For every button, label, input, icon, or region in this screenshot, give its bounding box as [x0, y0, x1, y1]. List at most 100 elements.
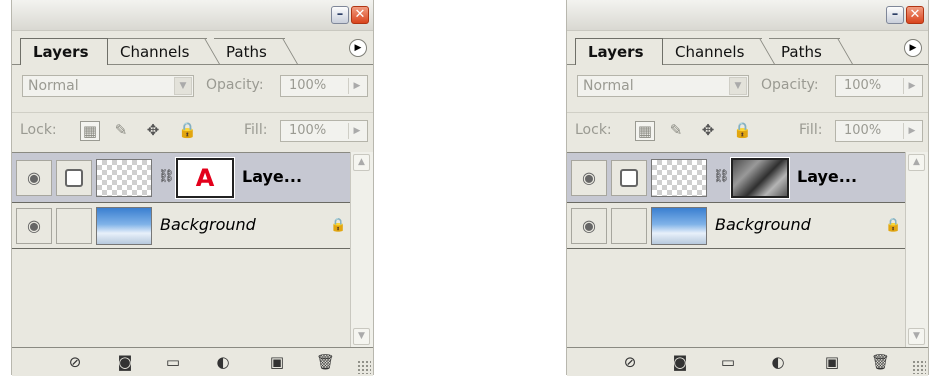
scroll-up-icon[interactable]: ▲ [353, 154, 370, 171]
panel-titlebar: – ✕ [12, 0, 373, 31]
layer-name[interactable]: Background [160, 215, 256, 234]
scroll-up-icon[interactable]: ▲ [908, 154, 925, 171]
fill-label: Fill: [244, 122, 268, 138]
minimize-icon[interactable]: – [886, 6, 904, 24]
chevron-down-icon[interactable]: ▼ [174, 77, 192, 95]
lock-position-move-icon[interactable]: ✥ [699, 121, 717, 139]
padlock-icon: 🔒 [330, 218, 347, 233]
tab-layers[interactable]: Layers [575, 38, 663, 65]
tab-channels[interactable]: Channels [108, 38, 208, 64]
lock-row: Lock: ▦ ✎ ✥ 🔒 Fill: 100% ▶ [567, 112, 928, 149]
layer-mask-thumbnail[interactable] [730, 157, 790, 199]
resize-grip[interactable] [912, 360, 926, 374]
layers-panel-right: – ✕ Layers Channels Paths ▶ Normal ▼ Opa… [566, 0, 929, 376]
panel-tabs: Layers Channels Paths ▶ [12, 30, 373, 65]
eye-icon[interactable]: ◉ [571, 208, 607, 244]
eye-icon[interactable]: ◉ [16, 160, 52, 196]
layers-scrollbar[interactable]: ▲ ▼ [350, 152, 373, 347]
tab-layers[interactable]: Layers [20, 38, 108, 65]
opacity-slider-arrow-icon[interactable]: ▶ [348, 78, 365, 94]
new-layer-icon[interactable]: ▣ [823, 353, 841, 371]
fill-slider-arrow-icon[interactable]: ▶ [903, 123, 920, 139]
lock-image-brush-icon[interactable]: ✎ [667, 121, 685, 139]
lock-row: Lock: ▦ ✎ ✥ 🔒 Fill: 100% ▶ [12, 112, 373, 149]
opacity-label: Opacity: [206, 77, 264, 93]
panel-menu-icon[interactable]: ▶ [349, 39, 367, 57]
layer-thumbnail[interactable] [651, 207, 707, 245]
add-layer-mask-icon[interactable]: ◙ [116, 353, 134, 371]
panel-titlebar: – ✕ [567, 0, 928, 31]
padlock-icon: 🔒 [885, 218, 902, 233]
blend-mode-select[interactable]: Normal ▼ [577, 75, 749, 97]
fill-value: 100% [844, 123, 882, 138]
layer-name[interactable]: Laye... [797, 167, 857, 186]
eye-icon[interactable]: ◉ [571, 160, 607, 196]
layers-list: ◉ ⛓ A Laye... ◉ Background 🔒 [12, 152, 351, 348]
layer-mask-indicator[interactable] [611, 160, 647, 196]
new-layer-icon[interactable]: ▣ [268, 353, 286, 371]
mask-indicator-icon [65, 169, 83, 187]
layer-row[interactable]: ◉ ⛓ Laye... [567, 153, 906, 203]
layers-panel-left: – ✕ Layers Channels Paths ▶ Normal ▼ Opa… [11, 0, 374, 376]
mask-indicator-icon [620, 169, 638, 187]
layer-link-slot[interactable] [56, 208, 92, 244]
adjustment-layer-icon[interactable]: ◐ [769, 353, 787, 371]
blend-mode-select[interactable]: Normal ▼ [22, 75, 194, 97]
tab-paths[interactable]: Paths [214, 38, 285, 64]
layer-mask-indicator[interactable] [56, 160, 92, 196]
lock-all-icon[interactable]: 🔒 [178, 121, 197, 139]
opacity-slider-arrow-icon[interactable]: ▶ [903, 78, 920, 94]
layer-thumbnail[interactable] [651, 159, 707, 197]
chevron-down-icon[interactable]: ▼ [729, 77, 747, 95]
lock-all-icon[interactable]: 🔒 [733, 121, 752, 139]
fill-label: Fill: [799, 122, 823, 138]
layers-scrollbar[interactable]: ▲ ▼ [905, 152, 928, 347]
close-icon[interactable]: ✕ [906, 6, 924, 24]
trash-icon[interactable]: 🗑 [871, 353, 890, 371]
lock-image-brush-icon[interactable]: ✎ [112, 121, 130, 139]
new-group-folder-icon[interactable]: ▭ [719, 353, 737, 371]
lock-label: Lock: [575, 122, 612, 138]
scroll-down-icon[interactable]: ▼ [353, 328, 370, 345]
link-layers-icon[interactable]: ⊘ [66, 353, 84, 371]
opacity-label: Opacity: [761, 77, 819, 93]
fill-field[interactable]: 100% ▶ [280, 120, 368, 142]
chain-link-icon[interactable]: ⛓ [158, 169, 175, 184]
close-icon[interactable]: ✕ [351, 6, 369, 24]
resize-grip[interactable] [357, 360, 371, 374]
minimize-icon[interactable]: – [331, 6, 349, 24]
fill-field[interactable]: 100% ▶ [835, 120, 923, 142]
layer-row[interactable]: ◉ Background 🔒 [12, 203, 351, 249]
add-layer-mask-icon[interactable]: ◙ [671, 353, 689, 371]
opacity-field[interactable]: 100% ▶ [835, 75, 923, 97]
lock-transparent-icon[interactable]: ▦ [635, 121, 655, 141]
tab-paths[interactable]: Paths [769, 38, 840, 64]
chain-link-icon[interactable]: ⛓ [713, 169, 730, 184]
adjustment-layer-icon[interactable]: ◐ [214, 353, 232, 371]
trash-icon[interactable]: 🗑 [316, 353, 335, 371]
layer-link-slot[interactable] [611, 208, 647, 244]
eye-icon[interactable]: ◉ [16, 208, 52, 244]
blend-row: Normal ▼ Opacity: 100% ▶ [567, 70, 928, 104]
layer-row[interactable]: ◉ Background 🔒 [567, 203, 906, 249]
layer-name[interactable]: Laye... [242, 167, 302, 186]
new-group-folder-icon[interactable]: ▭ [164, 353, 182, 371]
tab-channels[interactable]: Channels [663, 38, 763, 64]
scroll-down-icon[interactable]: ▼ [908, 328, 925, 345]
layer-row[interactable]: ◉ ⛓ A Laye... [12, 153, 351, 203]
lock-label: Lock: [20, 122, 57, 138]
layer-mask-thumbnail[interactable]: A [175, 157, 235, 199]
panel-menu-icon[interactable]: ▶ [904, 39, 922, 57]
layer-name[interactable]: Background [715, 215, 811, 234]
lock-position-move-icon[interactable]: ✥ [144, 121, 162, 139]
link-layers-icon[interactable]: ⊘ [621, 353, 639, 371]
fill-slider-arrow-icon[interactable]: ▶ [348, 123, 365, 139]
layer-thumbnail[interactable] [96, 159, 152, 197]
fill-value: 100% [289, 123, 327, 138]
blend-mode-value: Normal [28, 78, 79, 94]
opacity-field[interactable]: 100% ▶ [280, 75, 368, 97]
lock-transparent-icon[interactable]: ▦ [80, 121, 100, 141]
layer-thumbnail[interactable] [96, 207, 152, 245]
panel-bottom-bar: ⊘ ◙ ▭ ◐ ▣ 🗑 [12, 347, 373, 376]
layers-list: ◉ ⛓ Laye... ◉ Background 🔒 [567, 152, 906, 348]
